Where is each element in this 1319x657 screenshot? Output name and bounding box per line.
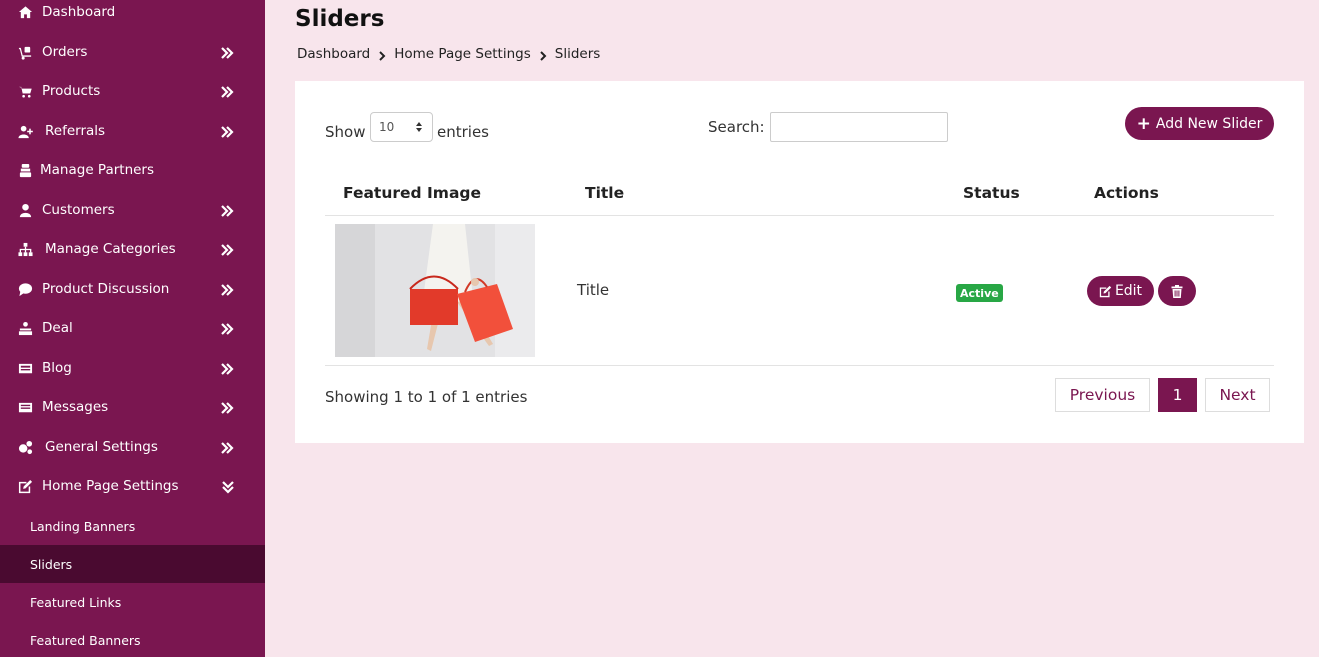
column-header-featured-image[interactable]: Featured Image	[343, 184, 481, 202]
next-page-button[interactable]: Next	[1205, 378, 1270, 412]
chevron-right-icon	[220, 361, 234, 375]
sidebar-subitem-label: Landing Banners	[30, 518, 136, 534]
sidebar-item-deal[interactable]: Deal	[0, 310, 265, 346]
sidebar-item-referrals[interactable]: Referrals	[0, 113, 265, 149]
breadcrumb-link-dashboard[interactable]: Dashboard	[297, 46, 370, 62]
column-header-actions: Actions	[1094, 184, 1159, 202]
sidebar-subitem-featured-banners[interactable]: Featured Banners	[0, 621, 265, 657]
deal-icon	[17, 320, 33, 336]
chevron-right-icon	[220, 84, 234, 98]
sidebar-item-label: Blog	[42, 360, 72, 376]
edit-button[interactable]: Edit	[1087, 276, 1154, 306]
sidebar-item-manage-categories[interactable]: Manage Categories	[0, 231, 265, 267]
select-arrows-icon	[416, 122, 422, 132]
chevron-right-icon	[220, 203, 234, 217]
add-new-slider-label: Add New Slider	[1155, 115, 1263, 132]
sidebar-item-home-page-settings[interactable]: Home Page Settings	[0, 468, 265, 504]
page-length-value: 10	[379, 120, 395, 134]
dolly-icon	[17, 44, 33, 60]
delete-button[interactable]	[1158, 276, 1196, 306]
sidebar-item-manage-partners[interactable]: Manage Partners	[0, 152, 265, 188]
breadcrumb-link-home-page-settings[interactable]: Home Page Settings	[394, 46, 531, 62]
sitemap-icon	[17, 241, 33, 257]
sidebar-subitem-label: Featured Banners	[30, 632, 141, 648]
blog-icon	[17, 360, 33, 376]
chevron-right-icon	[378, 49, 386, 61]
cart-icon	[17, 83, 33, 99]
sidebar-item-blog[interactable]: Blog	[0, 350, 265, 386]
page-1-button[interactable]: 1	[1158, 378, 1197, 412]
edit-icon	[17, 478, 33, 494]
partners-icon	[17, 162, 33, 178]
trash-icon	[1171, 284, 1183, 298]
entries-label: entries	[437, 123, 489, 141]
sidebar-subitem-label: Featured Links	[30, 594, 122, 610]
featured-image-thumbnail	[335, 224, 535, 357]
chevron-right-icon	[220, 282, 234, 296]
column-header-title[interactable]: Title	[585, 184, 624, 202]
edit-label: Edit	[1114, 283, 1143, 299]
user-icon	[17, 202, 33, 218]
chevron-right-icon	[220, 124, 234, 138]
sidebar-subitem-featured-links[interactable]: Featured Links	[0, 583, 265, 621]
sidebar-item-label: Products	[42, 83, 101, 99]
breadcrumb: Dashboard Home Page Settings Sliders	[297, 46, 600, 62]
sidebar-subitem-sliders[interactable]: Sliders	[0, 545, 265, 583]
cogs-icon	[17, 439, 33, 455]
chevron-right-icon	[539, 49, 547, 61]
sidebar-item-label: Orders	[42, 44, 88, 60]
row-divider	[325, 365, 1274, 366]
sidebar-item-messages[interactable]: Messages	[0, 389, 265, 425]
header-divider	[325, 215, 1274, 216]
sidebar-item-product-discussion[interactable]: Product Discussion	[0, 271, 265, 307]
edit-icon	[1099, 285, 1112, 297]
sidebar: Dashboard Orders Products Referrals Mana…	[0, 0, 265, 657]
sidebar-item-products[interactable]: Products	[0, 73, 265, 109]
home-icon	[17, 4, 33, 20]
sidebar-item-label: Customers	[42, 202, 115, 218]
plus-icon: +	[1136, 113, 1151, 134]
sidebar-subitem-label: Sliders	[30, 556, 73, 572]
sidebar-item-dashboard[interactable]: Dashboard	[0, 0, 265, 30]
sidebar-item-label: Messages	[42, 399, 109, 415]
sidebar-item-label: Home Page Settings	[42, 478, 179, 494]
comment-icon	[17, 281, 33, 297]
page-length-select[interactable]: 10	[370, 112, 433, 142]
status-badge: Active	[956, 284, 1003, 302]
sidebar-item-label: General Settings	[45, 439, 158, 455]
sidebar-subitem-landing-banners[interactable]: Landing Banners	[0, 507, 265, 545]
add-new-slider-button[interactable]: + Add New Slider	[1125, 107, 1274, 140]
show-label: Show	[325, 123, 366, 141]
sidebar-item-label: Dashboard	[42, 4, 116, 20]
chevron-right-icon	[220, 242, 234, 256]
sidebar-item-label: Deal	[42, 320, 73, 336]
chevron-right-icon	[220, 400, 234, 414]
sidebar-item-orders[interactable]: Orders	[0, 34, 265, 70]
sliders-card: Show 10 entries Search: + Add New Slider…	[295, 81, 1304, 443]
chevron-right-icon	[220, 321, 234, 335]
messages-icon	[17, 399, 33, 415]
sidebar-item-label: Product Discussion	[42, 281, 170, 297]
column-header-status[interactable]: Status	[963, 184, 1020, 202]
sidebar-item-general-settings[interactable]: General Settings	[0, 429, 265, 465]
chevron-right-icon	[220, 45, 234, 59]
slider-title-cell: Title	[577, 281, 610, 299]
search-label: Search:	[708, 118, 765, 136]
page-title: Sliders	[295, 6, 385, 32]
previous-page-button[interactable]: Previous	[1055, 378, 1150, 412]
sidebar-item-label: Referrals	[45, 123, 106, 139]
breadcrumb-link-sliders[interactable]: Sliders	[555, 46, 601, 62]
sidebar-item-customers[interactable]: Customers	[0, 192, 265, 228]
search-input[interactable]	[770, 112, 948, 142]
table-info: Showing 1 to 1 of 1 entries	[325, 388, 528, 406]
chevron-right-icon	[220, 440, 234, 454]
sidebar-item-label: Manage Partners	[40, 162, 155, 178]
user-plus-icon	[17, 123, 33, 139]
chevron-down-icon	[221, 479, 235, 494]
sidebar-item-label: Manage Categories	[45, 241, 176, 257]
